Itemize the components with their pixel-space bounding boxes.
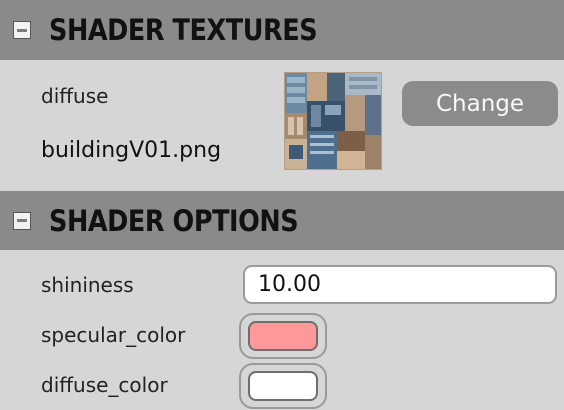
- diffuse-color-picker[interactable]: [239, 363, 327, 409]
- texture-thumbnail: [284, 72, 382, 170]
- texture-label-diffuse: diffuse: [41, 84, 109, 108]
- change-texture-button[interactable]: Change: [402, 81, 558, 126]
- shininess-input[interactable]: 10.00: [243, 265, 557, 304]
- shader-textures-header[interactable]: SHADER TEXTURES: [0, 0, 564, 60]
- collapse-textures-icon[interactable]: [13, 21, 31, 39]
- shader-textures-title: SHADER TEXTURES: [49, 13, 318, 47]
- specular-color-picker[interactable]: [239, 313, 327, 359]
- specular-color-swatch: [248, 321, 318, 351]
- specular-color-label: specular_color: [41, 323, 186, 347]
- shininess-label: shininess: [41, 273, 134, 297]
- collapse-options-icon[interactable]: [13, 211, 31, 230]
- shader-options-header[interactable]: SHADER OPTIONS: [0, 191, 564, 250]
- diffuse-color-label: diffuse_color: [41, 373, 168, 397]
- shader-options-title: SHADER OPTIONS: [49, 203, 299, 238]
- diffuse-color-swatch: [248, 371, 318, 401]
- texture-filename: buildingV01.png: [41, 138, 222, 163]
